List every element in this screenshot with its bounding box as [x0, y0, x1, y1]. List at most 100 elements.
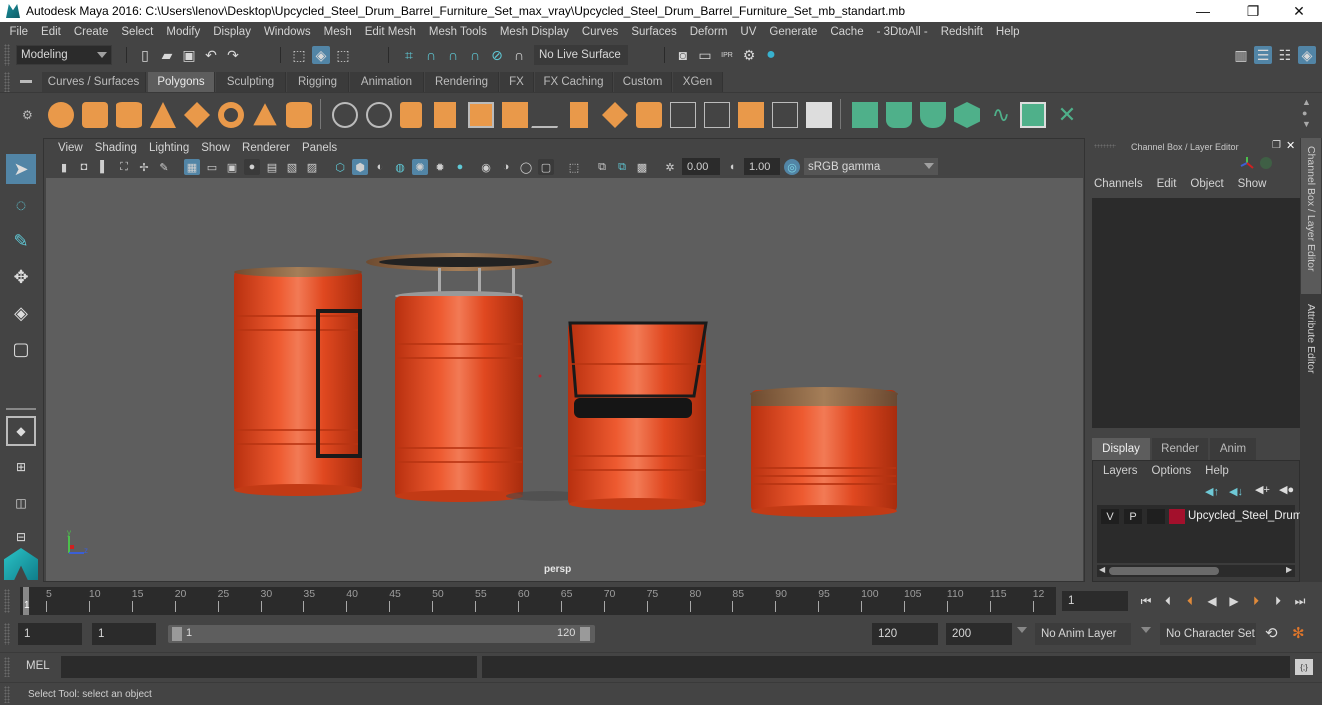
start-time-field[interactable]: 1 — [18, 623, 82, 645]
move-tool-icon[interactable]: ✥ — [6, 262, 36, 292]
menu-redshift[interactable]: Redshift — [934, 26, 989, 38]
wireframe-icon[interactable]: ⬡ — [332, 159, 348, 175]
film-gate-icon[interactable]: ▭ — [204, 159, 220, 175]
extrude-icon[interactable] — [570, 102, 588, 128]
step-forward-key-icon[interactable]: ⏵ — [1248, 593, 1264, 609]
isolate-select-icon[interactable]: ▢ — [538, 159, 554, 175]
animation-preferences-icon[interactable]: ✻ — [1292, 624, 1305, 642]
barrel-chair[interactable] — [568, 321, 708, 510]
menu-windows[interactable]: Windows — [257, 26, 317, 38]
panel-menu-view[interactable]: View — [52, 142, 89, 154]
poly-cylinder-icon[interactable] — [116, 102, 142, 128]
redo-icon[interactable]: ↷ — [224, 46, 242, 64]
use-all-lights-icon[interactable]: ✺ — [412, 159, 428, 175]
insert-edge-loop-icon[interactable] — [670, 102, 696, 128]
lasso-tool-icon[interactable]: ◌ — [6, 190, 36, 220]
playback-end-field[interactable]: 120 — [872, 623, 938, 645]
save-scene-icon[interactable]: ▣ — [180, 46, 198, 64]
xray-active-components-icon[interactable]: ⧉ — [594, 159, 610, 175]
safe-title-icon[interactable]: ▨ — [304, 159, 320, 175]
anti-aliasing-icon[interactable]: ◑ — [498, 159, 514, 175]
menu-mesh-display[interactable]: Mesh Display — [493, 26, 575, 38]
close-panel-icon[interactable]: ✕ — [1286, 139, 1295, 152]
new-empty-layer-icon[interactable]: ◀+ — [1255, 483, 1270, 496]
tab-xgen[interactable]: XGen — [673, 72, 723, 92]
layer-row[interactable]: V P Upcycled_Steel_Drum_ — [1097, 508, 1309, 526]
smooth-shade-all-icon[interactable]: ⬢ — [352, 159, 368, 175]
append-to-polygon-icon[interactable] — [738, 102, 764, 128]
four-pane-layout-icon[interactable]: ⊞ — [6, 452, 36, 482]
panel-menu-lighting[interactable]: Lighting — [143, 142, 195, 154]
exposure-icon[interactable]: ✲ — [662, 159, 678, 175]
barrel-cabinet[interactable] — [234, 267, 362, 496]
channel-list[interactable] — [1092, 198, 1300, 428]
snap-to-point-icon[interactable]: ∩ — [444, 46, 462, 64]
time-slider-grip[interactable] — [4, 589, 10, 613]
gamma-field[interactable]: 1.00 — [744, 158, 780, 175]
anim-layer-dropdown[interactable]: No Anim Layer — [1035, 623, 1131, 645]
shadows-icon[interactable]: ✹ — [432, 159, 448, 175]
poly-plane-icon[interactable] — [184, 102, 210, 128]
spherical-uv-icon[interactable] — [920, 102, 946, 128]
character-set-dropdown[interactable]: No Character Set — [1160, 623, 1256, 645]
select-by-hierarchy-icon[interactable]: ⬚ — [290, 46, 308, 64]
command-line-grip[interactable] — [4, 657, 10, 677]
boolean-icon[interactable] — [468, 102, 494, 128]
menu-select[interactable]: Select — [115, 26, 160, 38]
tab-sculpting[interactable]: Sculpting — [216, 72, 286, 92]
make-hole-icon[interactable] — [806, 102, 832, 128]
bookmarks-icon[interactable]: ▌ — [96, 159, 112, 175]
snap-to-view-plane-icon[interactable]: ∩ — [466, 46, 484, 64]
depth-of-field-icon[interactable]: ◯ — [518, 159, 534, 175]
layout-uv-icon[interactable]: ✕ — [1054, 102, 1080, 128]
barrel-stool[interactable] — [750, 387, 898, 517]
snap-to-curve-icon[interactable]: ∩ — [422, 46, 440, 64]
layer-menu-options[interactable]: Options — [1152, 465, 1192, 477]
unfold-uv-icon[interactable]: ∿ — [988, 102, 1014, 128]
step-back-key-icon[interactable]: ⏴ — [1182, 593, 1198, 609]
reduce-icon[interactable] — [502, 102, 528, 128]
range-start-handle[interactable] — [172, 627, 182, 641]
panel-grip[interactable] — [1094, 144, 1116, 148]
render-current-frame-icon[interactable]: ◙ — [674, 46, 692, 64]
new-layer-from-selection-icon[interactable]: ◀● — [1279, 483, 1294, 496]
range-slider-grip[interactable] — [4, 623, 10, 645]
tab-channel-box-layer-editor[interactable]: Channel Box / Layer Editor — [1301, 138, 1321, 294]
close-button[interactable]: ✕ — [1276, 0, 1322, 22]
cylindrical-uv-icon[interactable] — [886, 102, 912, 128]
menu-edit-mesh[interactable]: Edit Mesh — [358, 26, 422, 38]
channel-menu-channels[interactable]: Channels — [1094, 178, 1143, 190]
float-panel-icon[interactable]: ❐ — [1272, 140, 1281, 151]
3d-viewport[interactable]: y z persp — [46, 178, 1083, 581]
layer-visibility-toggle[interactable]: V — [1101, 509, 1119, 524]
automatic-uv-icon[interactable] — [954, 102, 980, 128]
auto-key-icon[interactable]: ⟲ — [1265, 624, 1278, 642]
menu-create[interactable]: Create — [67, 26, 115, 38]
menu-modify[interactable]: Modify — [160, 26, 207, 38]
menu-display[interactable]: Display — [207, 26, 258, 38]
uv-editor-icon[interactable] — [1020, 102, 1046, 128]
image-plane-icon[interactable]: ⛶ — [116, 159, 132, 175]
gamma-icon[interactable]: ◖ — [724, 159, 740, 175]
command-input[interactable] — [61, 656, 477, 678]
exposure-field[interactable]: 0.00 — [682, 158, 720, 175]
resolution-gate-icon[interactable]: ▣ — [224, 159, 240, 175]
layer-name[interactable]: Upcycled_Steel_Drum_ — [1188, 510, 1309, 522]
shelf-menu-icon[interactable] — [20, 80, 32, 83]
scroll-left-icon[interactable]: ◀ — [1099, 565, 1105, 574]
poly-pipe-icon[interactable] — [286, 102, 312, 128]
rotate-tool-icon[interactable]: ◈ — [6, 298, 36, 328]
move-layer-up-icon[interactable]: ◀↑ — [1205, 485, 1219, 498]
bridge-icon[interactable] — [602, 102, 628, 128]
fill-hole-icon[interactable] — [772, 102, 798, 128]
panel-menu-panels[interactable]: Panels — [296, 142, 343, 154]
layer-menu-help[interactable]: Help — [1205, 465, 1229, 477]
poly-sphere-icon[interactable] — [48, 102, 74, 128]
poly-cube-icon[interactable] — [82, 102, 108, 128]
layer-playback-toggle[interactable]: P — [1124, 509, 1142, 524]
stacked-layout-icon[interactable]: ⊟ — [6, 522, 36, 552]
go-to-start-icon[interactable]: ⏮ — [1138, 593, 1154, 609]
hypershade-icon[interactable]: ● — [762, 46, 780, 64]
panel-menu-shading[interactable]: Shading — [89, 142, 143, 154]
play-forwards-icon[interactable]: ▶ — [1226, 593, 1242, 609]
